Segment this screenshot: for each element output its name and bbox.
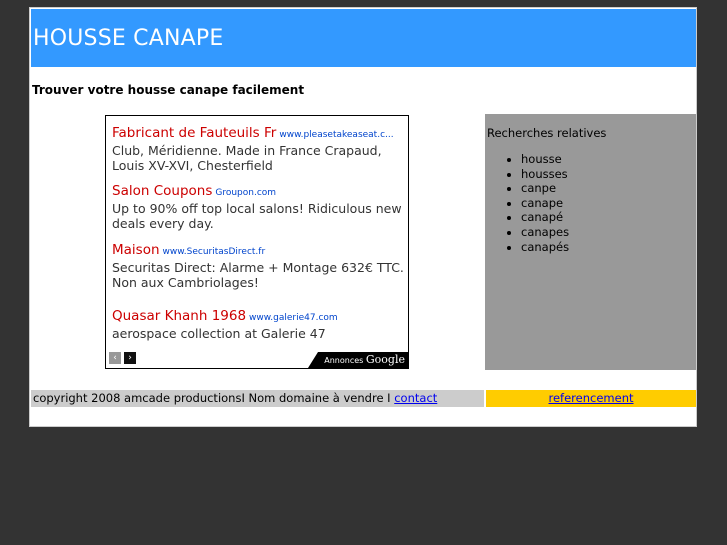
- ad-item[interactable]: Salon Coupons Groupon.com Up to 90% off t…: [112, 180, 408, 231]
- footer-copyright: copyright 2008 amcade productionsI Nom d…: [31, 390, 484, 407]
- ad-url[interactable]: www.pleasetakeaseat.c...: [279, 130, 393, 140]
- ad-title-link[interactable]: Quasar Khanh 1968: [112, 308, 246, 324]
- badge-prefix: Annonces: [324, 356, 364, 365]
- ad-url[interactable]: www.galerie47.com: [249, 313, 338, 323]
- copyright-text: copyright 2008 amcade productionsI Nom d…: [33, 391, 395, 405]
- ad-text: Club, Méridienne. Made in France Crapaud…: [112, 143, 382, 173]
- ads-by-google-badge[interactable]: Annonces Google: [308, 352, 408, 368]
- related-search-item[interactable]: canapés: [521, 240, 569, 255]
- ad-text: aerospace collection at Galerie 47: [112, 326, 326, 341]
- google-logo: Google: [365, 353, 405, 366]
- ad-item[interactable]: Fabricant de Fauteuils Fr www.pleasetakea…: [112, 122, 408, 173]
- site-title: HOUSSE CANAPE: [33, 26, 224, 51]
- ad-block: Fabricant de Fauteuils Fr www.pleasetakea…: [105, 115, 409, 369]
- ad-item[interactable]: Maison www.SecuritasDirect.fr Securitas D…: [112, 239, 408, 290]
- contact-link[interactable]: contact: [394, 391, 437, 405]
- related-searches-list: housse housses canpe canape canapé canap…: [485, 152, 569, 254]
- chevron-left-icon[interactable]: ‹: [109, 351, 121, 364]
- related-searches-title: Recherches relatives: [487, 126, 607, 140]
- related-search-item[interactable]: canapes: [521, 225, 569, 240]
- page-subtitle: Trouver votre housse canape facilement: [32, 83, 305, 97]
- header-banner: HOUSSE CANAPE: [31, 9, 696, 67]
- footer-referencement: referencement: [486, 390, 696, 407]
- ad-text: Securitas Direct: Alarme + Montage 632€ …: [112, 260, 404, 290]
- related-search-item[interactable]: canape: [521, 196, 569, 211]
- ad-item[interactable]: Quasar Khanh 1968 www.galerie47.com aeros…: [112, 305, 408, 341]
- page-container: HOUSSE CANAPE Trouver votre housse canap…: [29, 7, 697, 427]
- ad-title-link[interactable]: Maison: [112, 242, 160, 258]
- chevron-right-icon[interactable]: ›: [124, 351, 136, 364]
- related-searches-panel: Recherches relatives housse housses canp…: [485, 114, 696, 370]
- ad-navigation: ‹ ›: [109, 347, 139, 366]
- related-search-item[interactable]: housses: [521, 167, 569, 182]
- ad-title-link[interactable]: Fabricant de Fauteuils Fr: [112, 125, 276, 141]
- ad-title-link[interactable]: Salon Coupons: [112, 183, 212, 199]
- ad-url[interactable]: Groupon.com: [215, 188, 276, 198]
- related-search-item[interactable]: housse: [521, 152, 569, 167]
- referencement-link[interactable]: referencement: [549, 391, 634, 405]
- ad-text: Up to 90% off top local salons! Ridiculo…: [112, 201, 402, 231]
- related-search-item[interactable]: canpe: [521, 181, 569, 196]
- related-search-item[interactable]: canapé: [521, 210, 569, 225]
- ad-url[interactable]: www.SecuritasDirect.fr: [163, 247, 266, 257]
